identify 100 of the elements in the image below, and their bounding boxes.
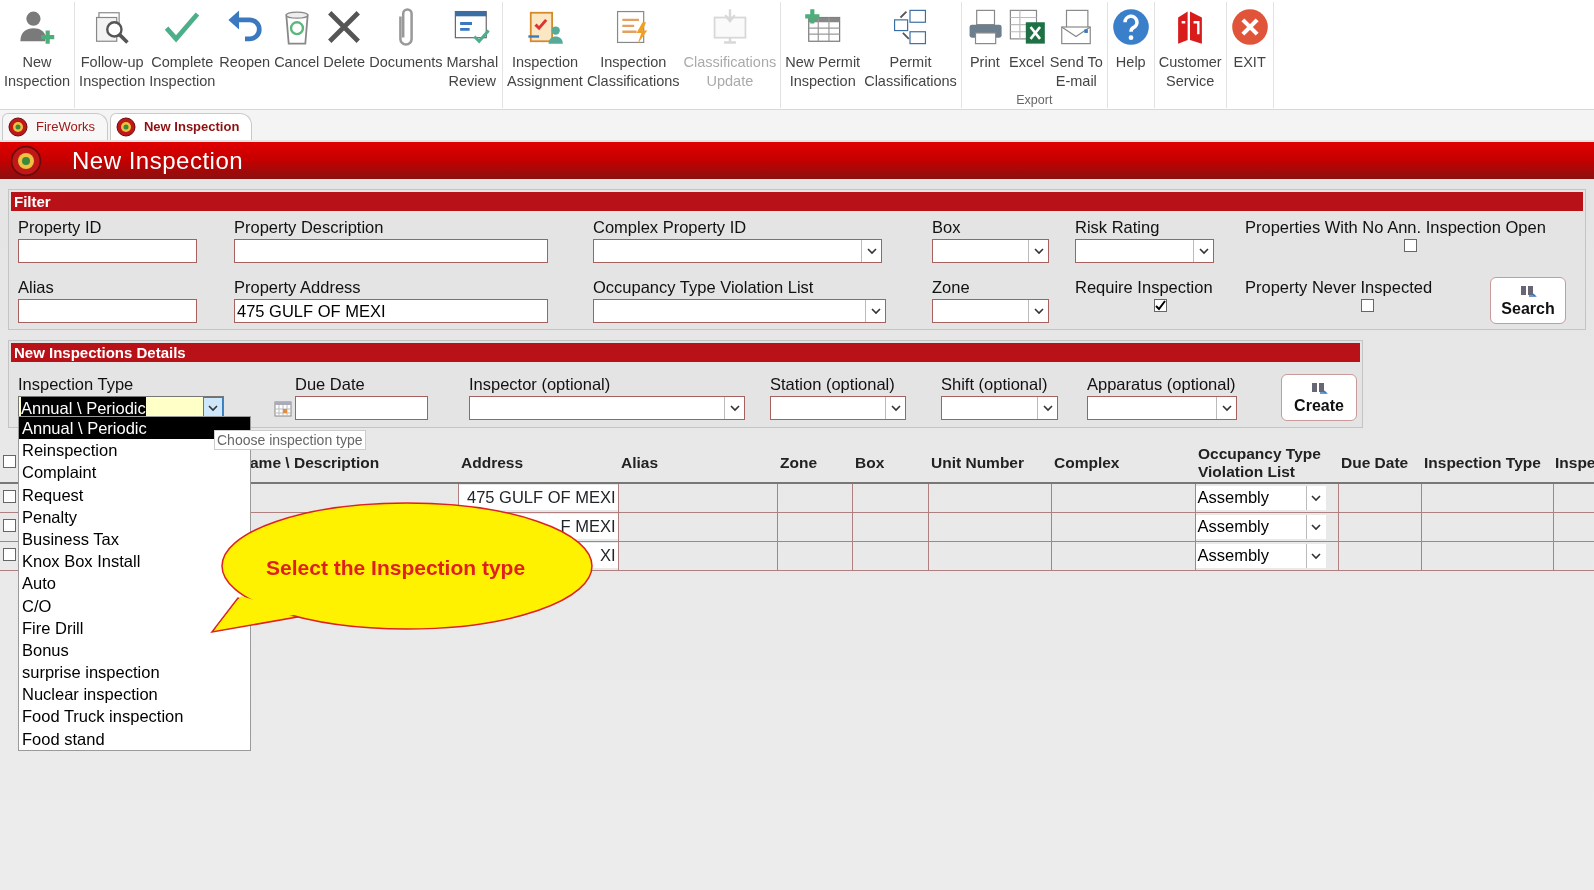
column-header: Zone — [780, 454, 818, 471]
dropdown-option[interactable]: Food stand — [19, 727, 105, 750]
checkbox[interactable] — [3, 490, 16, 504]
checkbox[interactable] — [1403, 239, 1417, 252]
tool-icon — [1310, 380, 1328, 397]
ribbon-button[interactable]: Help — [1109, 2, 1152, 72]
page-title: New Inspection — [72, 145, 244, 176]
paperclip-icon — [398, 8, 413, 46]
chevron-down-icon — [1220, 402, 1233, 414]
select-field[interactable] — [1087, 396, 1237, 420]
tooltip: Choose inspection type — [214, 430, 366, 450]
help-icon — [1111, 8, 1150, 46]
input-field[interactable] — [18, 239, 197, 263]
chevron-down-icon — [869, 305, 882, 317]
ribbon-button[interactable]: Print — [963, 2, 1006, 72]
dropdown-option[interactable]: Knox Box Install — [19, 550, 141, 573]
action-button[interactable]: Create — [1281, 374, 1357, 421]
ribbon-button[interactable]: Complete Inspection — [147, 2, 218, 91]
table-check-icon — [453, 8, 492, 46]
select-field[interactable] — [593, 299, 886, 323]
select-field[interactable] — [941, 396, 1058, 420]
emblem-icon — [10, 144, 42, 177]
chevron-down-icon — [1032, 305, 1045, 317]
column-header: Address — [461, 454, 524, 471]
input-field[interactable] — [234, 239, 548, 263]
dropdown-option[interactable]: Request — [19, 483, 84, 506]
ribbon-button[interactable]: EXIT — [1228, 2, 1271, 72]
select-field[interactable] — [770, 396, 906, 420]
dropdown-option[interactable]: Bonus — [19, 638, 69, 662]
field-label: Due Date — [295, 374, 366, 394]
field-label: Station (optional) — [770, 374, 896, 394]
ribbon-button[interactable]: Inspection Assignment — [505, 2, 585, 91]
action-button[interactable]: Search — [1490, 277, 1566, 324]
ribbon-button[interactable]: Documents — [367, 2, 445, 72]
ribbon-button[interactable]: Send To E-mail — [1047, 2, 1105, 91]
field-label: Zone — [932, 277, 971, 297]
field-label: Apparatus (optional) — [1087, 374, 1237, 394]
tool-icon — [1519, 283, 1537, 300]
dropdown-option[interactable]: Auto — [19, 572, 56, 595]
dropdown-option[interactable]: Food Truck inspection — [19, 705, 184, 728]
ribbon-button[interactable]: Cancel — [272, 2, 322, 72]
ribbon-button[interactable]: Marshal Review — [444, 2, 501, 91]
chevron-down-icon — [865, 245, 878, 257]
chevron-down-icon — [728, 402, 741, 414]
input-field[interactable] — [18, 299, 197, 323]
dropdown-option[interactable]: Business Tax — [19, 527, 119, 551]
tab[interactable]: FireWorks — [2, 113, 108, 140]
dropdown-option[interactable]: C/O — [19, 594, 52, 617]
emblem-icon — [116, 117, 136, 137]
select-field[interactable] — [1075, 239, 1214, 263]
field-label: Properties With No Ann. Inspection Open — [1245, 217, 1546, 237]
checkbox[interactable] — [3, 455, 16, 468]
select-field[interactable] — [593, 239, 882, 263]
checkbox[interactable] — [1153, 299, 1167, 312]
ribbon-button[interactable]: Follow-up Inspection — [77, 2, 148, 91]
field-label: Property Never Inspected — [1245, 277, 1433, 297]
select-field[interactable] — [469, 396, 745, 420]
spreadsheet-icon — [1007, 8, 1046, 46]
field-label: Risk Rating — [1075, 217, 1161, 237]
select-field[interactable] — [932, 299, 1049, 323]
column-header: Occupancy Type Violation List — [1198, 445, 1321, 480]
field-label: Box — [932, 217, 962, 237]
field-label: Occupancy Type Violation List — [593, 277, 815, 297]
checkbox[interactable] — [3, 519, 16, 533]
input-field[interactable]: 475 GULF OF MEXI — [234, 299, 548, 323]
tab[interactable]: New Inspection — [110, 113, 253, 140]
field-label: Property ID — [18, 217, 103, 237]
field-label: Shift (optional) — [941, 374, 1049, 394]
field-label: Property Description — [234, 217, 385, 237]
chevron-down-icon — [1197, 245, 1210, 257]
dropdown-option[interactable]: Fire Drill — [19, 616, 84, 639]
dropdown-option[interactable]: Penalty — [19, 505, 78, 528]
field-label: Inspector (optional) — [469, 374, 612, 394]
column-header: Complex — [1054, 454, 1120, 471]
dropdown-option[interactable]: Complaint — [19, 461, 97, 484]
column-header: Due Date — [1341, 454, 1409, 471]
dropdown-option[interactable]: Reinspection — [19, 439, 118, 462]
chevron-down-icon — [207, 402, 219, 414]
ribbon-button[interactable]: New Inspection — [2, 2, 73, 91]
select-field[interactable] — [932, 239, 1049, 263]
ribbon-button[interactable]: Excel — [1005, 2, 1048, 72]
column-header: Unit Number — [931, 454, 1024, 471]
field-label: Inspection Type — [18, 374, 135, 394]
dropdown-option[interactable]: surprise inspection — [19, 661, 160, 684]
column-header: Inspection Type — [1424, 454, 1541, 471]
ribbon-button[interactable]: New Permit Inspection — [783, 2, 863, 91]
ribbon-button[interactable]: Customer Service — [1156, 2, 1224, 91]
ribbon-button[interactable]: Permit Classifications — [862, 2, 959, 91]
field-label: Alias — [18, 277, 55, 297]
field-label: Property Address — [234, 277, 362, 297]
date-field[interactable] — [295, 396, 428, 420]
ribbon-button[interactable]: Reopen — [217, 2, 273, 72]
column-header: Inspe — [1555, 454, 1594, 471]
column-header: ame \ Description — [250, 454, 380, 471]
dropdown-option[interactable]: Nuclear inspection — [19, 683, 158, 706]
ribbon-button[interactable]: Delete — [321, 2, 368, 72]
checkbox[interactable] — [1361, 299, 1374, 312]
checkbox[interactable] — [3, 548, 16, 562]
emblem-icon — [8, 117, 28, 137]
ribbon-button[interactable]: Inspection Classifications — [584, 2, 682, 91]
